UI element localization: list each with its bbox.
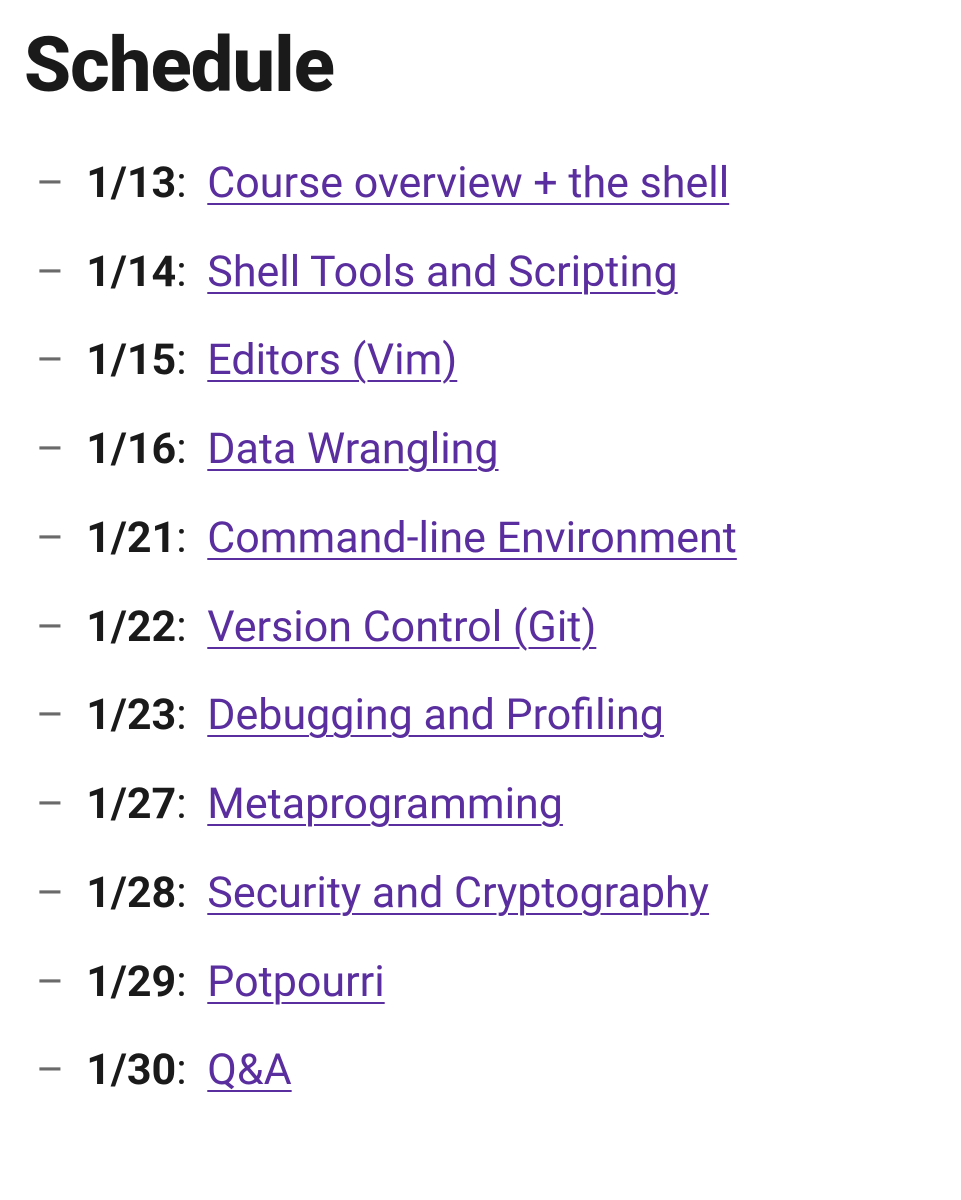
schedule-date: 1/27 [86, 779, 176, 829]
schedule-link[interactable]: Potpourri [207, 957, 384, 1007]
schedule-item-content: 1/27: Metaprogramming [86, 779, 563, 830]
schedule-item: –1/15: Editors (Vim) [36, 335, 937, 386]
colon-separator: : [176, 602, 197, 652]
schedule-date: 1/15 [86, 335, 176, 385]
schedule-item-content: 1/29: Potpourri [86, 957, 384, 1008]
schedule-item-content: 1/13: Course overview + the shell [86, 158, 729, 209]
colon-separator: : [176, 868, 197, 918]
bullet-dash: – [36, 1045, 64, 1096]
colon-separator: : [176, 779, 197, 829]
schedule-date: 1/23 [86, 690, 176, 740]
bullet-dash: – [36, 779, 64, 830]
schedule-item: –1/23: Debugging and Profiling [36, 690, 937, 741]
schedule-item-content: 1/21: Command-line Environment [86, 513, 737, 564]
schedule-link[interactable]: Course overview + the shell [207, 158, 729, 208]
colon-separator: : [176, 690, 197, 740]
schedule-date: 1/22 [86, 602, 176, 652]
colon-separator: : [176, 957, 197, 1007]
bullet-dash: – [36, 247, 64, 298]
colon-separator: : [176, 247, 197, 297]
schedule-date: 1/29 [86, 957, 176, 1007]
colon-separator: : [176, 424, 197, 474]
schedule-item: –1/28: Security and Cryptography [36, 868, 937, 919]
schedule-item-content: 1/14: Shell Tools and Scripting [86, 247, 677, 298]
bullet-dash: – [36, 957, 64, 1008]
bullet-dash: – [36, 690, 64, 741]
schedule-date: 1/13 [86, 158, 176, 208]
page-title: Schedule [24, 20, 937, 110]
schedule-item: –1/30: Q&A [36, 1045, 937, 1096]
schedule-date: 1/14 [86, 247, 176, 297]
bullet-dash: – [36, 424, 64, 475]
schedule-item-content: 1/28: Security and Cryptography [86, 868, 709, 919]
schedule-item: –1/21: Command-line Environment [36, 513, 937, 564]
schedule-item-content: 1/30: Q&A [86, 1045, 291, 1096]
schedule-link[interactable]: Debugging and Profiling [207, 690, 664, 740]
schedule-item-content: 1/16: Data Wrangling [86, 424, 498, 475]
schedule-item: –1/22: Version Control (Git) [36, 602, 937, 653]
schedule-link[interactable]: Editors (Vim) [207, 335, 457, 385]
schedule-item: –1/14: Shell Tools and Scripting [36, 247, 937, 298]
schedule-link[interactable]: Command-line Environment [207, 513, 737, 563]
schedule-list: –1/13: Course overview + the shell–1/14:… [24, 158, 937, 1096]
schedule-link[interactable]: Shell Tools and Scripting [207, 247, 677, 297]
schedule-link[interactable]: Metaprogramming [207, 779, 563, 829]
schedule-item: –1/29: Potpourri [36, 957, 937, 1008]
schedule-item: –1/27: Metaprogramming [36, 779, 937, 830]
schedule-link[interactable]: Version Control (Git) [207, 602, 596, 652]
schedule-link[interactable]: Security and Cryptography [207, 868, 709, 918]
schedule-date: 1/28 [86, 868, 176, 918]
bullet-dash: – [36, 158, 64, 209]
schedule-item-content: 1/15: Editors (Vim) [86, 335, 457, 386]
schedule-item-content: 1/22: Version Control (Git) [86, 602, 596, 653]
bullet-dash: – [36, 513, 64, 564]
bullet-dash: – [36, 602, 64, 653]
schedule-item-content: 1/23: Debugging and Profiling [86, 690, 664, 741]
schedule-link[interactable]: Q&A [207, 1045, 291, 1095]
schedule-item: –1/13: Course overview + the shell [36, 158, 937, 209]
schedule-link[interactable]: Data Wrangling [207, 424, 498, 474]
colon-separator: : [176, 513, 197, 563]
schedule-date: 1/16 [86, 424, 176, 474]
schedule-date: 1/21 [86, 513, 176, 563]
schedule-item: –1/16: Data Wrangling [36, 424, 937, 475]
bullet-dash: – [36, 335, 64, 386]
colon-separator: : [176, 335, 197, 385]
bullet-dash: – [36, 868, 64, 919]
schedule-date: 1/30 [86, 1045, 176, 1095]
colon-separator: : [176, 158, 197, 208]
colon-separator: : [176, 1045, 197, 1095]
